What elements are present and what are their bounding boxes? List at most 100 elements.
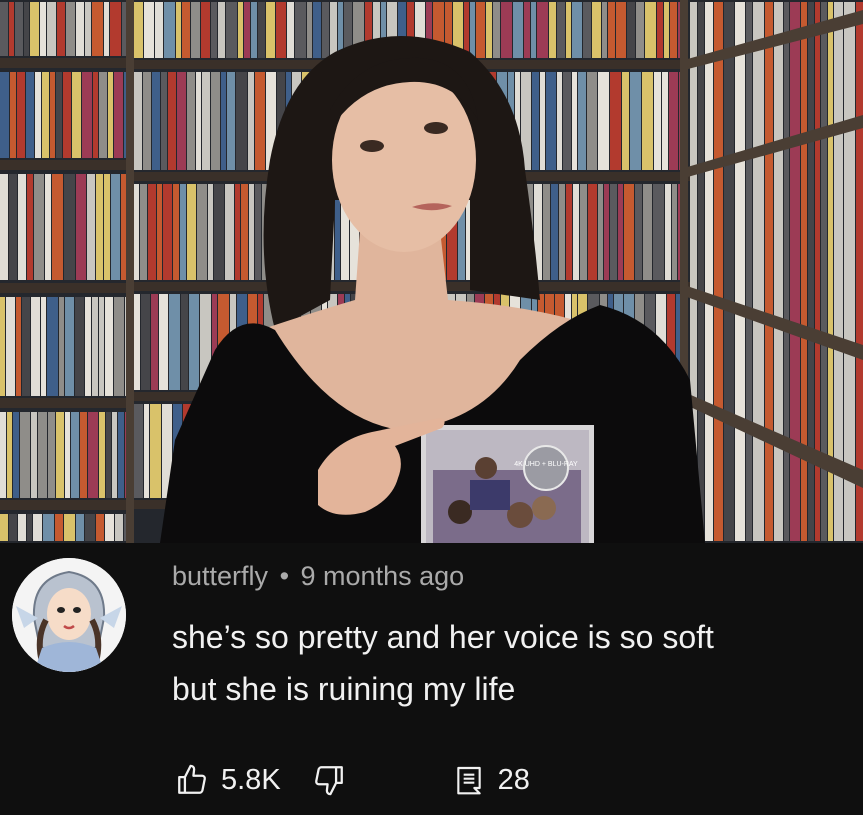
disc-spine	[108, 72, 113, 158]
disc-spine	[47, 2, 56, 56]
disc-spine	[76, 514, 84, 541]
disc-spine	[99, 297, 104, 396]
disc-spine	[624, 184, 634, 280]
disc-spine	[255, 72, 265, 170]
disc-spine	[80, 412, 87, 498]
disc-spine	[211, 72, 220, 170]
disc-spine	[163, 184, 172, 280]
disc-spine	[140, 184, 147, 280]
disc-spine	[549, 2, 556, 58]
like-button[interactable]	[172, 760, 212, 800]
disc-spine	[543, 184, 550, 280]
disc-spine	[218, 2, 225, 58]
disc-spine	[202, 72, 210, 170]
disc-spine	[134, 404, 143, 498]
disc-spine	[6, 297, 15, 396]
disc-spine	[41, 297, 46, 396]
disc-spine	[636, 2, 644, 58]
disc-spine	[276, 2, 286, 58]
disc-spine	[653, 184, 664, 280]
disc-spine	[17, 72, 25, 158]
disc-spine	[64, 514, 75, 541]
disc-spine	[50, 72, 55, 158]
comment-text-line: she’s so pretty and her voice is so soft	[172, 619, 714, 655]
disc-spine	[724, 2, 734, 541]
disc-spine	[201, 2, 210, 58]
disc-spine	[150, 404, 161, 498]
disc-spine	[13, 412, 19, 498]
avatar[interactable]	[12, 558, 126, 672]
comment-author[interactable]: butterfly	[172, 561, 268, 591]
disc-spine	[705, 2, 713, 541]
disc-spine	[33, 514, 42, 541]
disc-spine	[563, 72, 571, 170]
dislike-button[interactable]	[309, 760, 349, 800]
disc-spine	[189, 294, 199, 390]
disc-spine	[0, 2, 8, 56]
disc-spine	[470, 2, 475, 58]
disc-spine	[59, 297, 64, 396]
disc-spine	[672, 184, 677, 280]
disc-spine	[118, 412, 124, 498]
disc-spine	[249, 184, 254, 280]
thumbs-up-icon	[178, 764, 206, 794]
disc-spine	[258, 2, 265, 58]
disc-spine	[52, 174, 63, 280]
disc-spine	[104, 2, 109, 56]
disc-spine	[106, 412, 111, 498]
disc-spine	[157, 184, 162, 280]
video-thumbnail-image: 4K UHD + BLU-RAY	[0, 0, 863, 543]
disc-spine	[678, 184, 680, 280]
disc-spine	[112, 412, 117, 498]
disc-spine	[714, 2, 723, 541]
disc-spine	[31, 297, 40, 396]
disc-spine	[65, 412, 70, 498]
like-count: 5.8K	[221, 763, 281, 796]
video-frame[interactable]: 4K UHD + BLU-RAY	[0, 0, 863, 543]
comment-timestamp[interactable]: 9 months ago	[301, 561, 465, 591]
disc-spine	[211, 2, 217, 58]
disc-spine	[642, 72, 653, 170]
disc-spine	[56, 412, 64, 498]
disc-spine	[588, 184, 597, 280]
disc-spine	[9, 2, 14, 56]
disc-spine	[152, 72, 160, 170]
disc-spine	[169, 294, 180, 390]
disc-spine	[66, 2, 75, 56]
disc-spine	[532, 72, 539, 170]
comment-text-line: but she is ruining my life	[172, 671, 516, 707]
thumbs-down-icon	[314, 766, 343, 796]
disc-spine	[493, 2, 500, 58]
disc-spine	[63, 72, 71, 158]
disc-spine	[0, 72, 9, 158]
disc-spine	[608, 2, 615, 58]
disc-spine	[537, 2, 548, 58]
disc-spine	[602, 2, 607, 58]
disc-spine	[111, 174, 120, 280]
comment-header: butterfly • 9 months ago	[172, 561, 464, 592]
disc-spine	[566, 2, 571, 58]
disc-spine	[572, 72, 577, 170]
disc-spine	[583, 2, 591, 58]
disc-spine	[266, 2, 275, 58]
disc-spine	[630, 72, 641, 170]
disc-spine	[168, 72, 176, 170]
disc-spine	[241, 184, 248, 280]
disc-spine	[573, 184, 579, 280]
disc-spine	[0, 514, 8, 541]
disc-spine	[774, 2, 783, 541]
disc-spine	[546, 72, 556, 170]
meta-separator: •	[279, 561, 290, 591]
disc-spine	[214, 184, 224, 280]
disc-spine	[43, 514, 54, 541]
disc-spine	[64, 174, 75, 280]
disc-spine	[566, 184, 572, 280]
disc-spine	[572, 2, 582, 58]
disc-spine	[35, 72, 41, 158]
disc-spine	[486, 2, 492, 58]
disc-spine	[670, 2, 677, 58]
replies-button[interactable]	[449, 760, 489, 800]
disc-spine	[295, 2, 306, 58]
disc-spine	[173, 184, 179, 280]
disc-spine	[856, 2, 863, 541]
